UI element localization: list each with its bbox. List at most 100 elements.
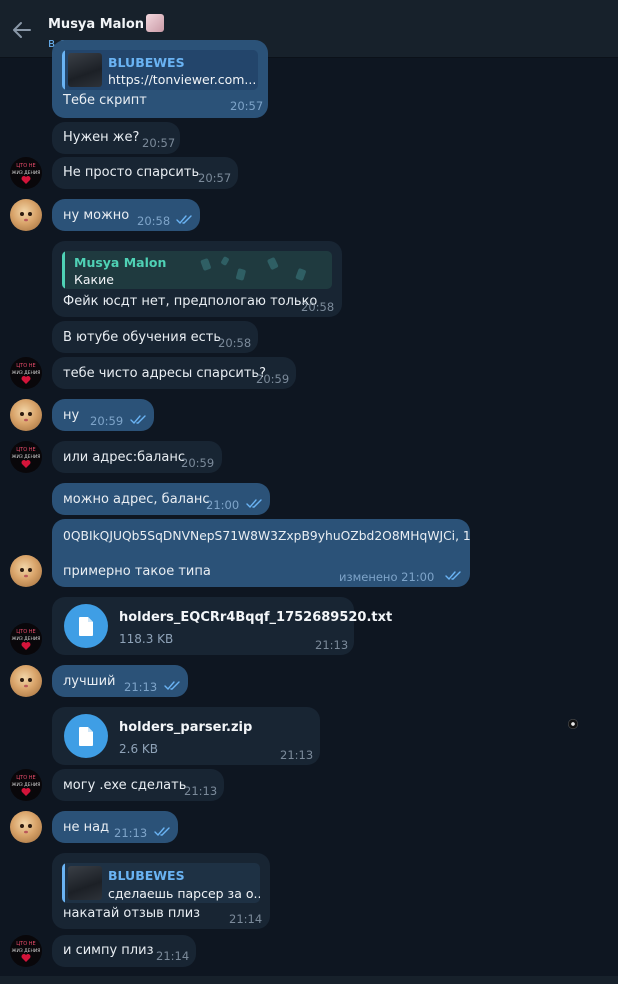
message-time: 20:57: [230, 99, 264, 113]
message-bubble[interactable]: ну можно 20:58: [52, 199, 200, 231]
message-text: ну можно: [63, 208, 130, 223]
message-text: ну: [63, 408, 80, 423]
quote-text: Какие: [74, 272, 114, 287]
message-text: лучший: [63, 674, 116, 689]
message-time: 21:14: [229, 912, 263, 926]
message-bubble[interactable]: BLUBEWES https://tonviewer.com... Тебе с…: [52, 40, 268, 118]
message-time: 20:59: [90, 414, 124, 428]
message-bubble[interactable]: лучший 21:13: [52, 665, 188, 697]
document-icon: [79, 727, 93, 746]
file-name[interactable]: holders_parser.zip: [119, 719, 252, 736]
quote-text: https://tonviewer.com...: [108, 72, 257, 87]
quote-author: BLUBEWES: [108, 868, 185, 883]
arrow-left-icon[interactable]: [10, 18, 34, 42]
avatar-caption-bottom: ЖИЗ ДЕНИЯ: [12, 170, 41, 176]
reply-quote[interactable]: BLUBEWES https://tonviewer.com...: [62, 50, 258, 90]
message-bubble[interactable]: Нужен же? 20:57: [52, 122, 180, 154]
avatar-image: ЦТО НЕ ЖИЗ ДЕНИЯ: [12, 941, 41, 962]
quote-pattern: [200, 256, 306, 281]
own-avatar[interactable]: [10, 665, 42, 697]
file-size: 118.3 KB: [119, 632, 174, 646]
own-avatar[interactable]: [10, 811, 42, 843]
file-icon[interactable]: [64, 714, 108, 758]
message-bubble[interactable]: не над 21:13: [52, 811, 178, 843]
double-check-icon: [164, 681, 180, 691]
message-time: 21:00: [206, 498, 240, 512]
message-time: 20:57: [198, 171, 232, 185]
peer-avatar[interactable]: ЦТО НЕ ЖИЗ ДЕНИЯ: [10, 157, 42, 189]
avatar-image: ЦТО НЕ ЖИЗ ДЕНИЯ: [12, 447, 41, 468]
message-time: 21:13: [114, 826, 148, 840]
avatar-caption-top: ЦТО НЕ: [16, 941, 35, 947]
message-time: 21:13: [124, 680, 158, 694]
file-message[interactable]: holders_parser.zip 2.6 KB 21:13: [52, 707, 320, 765]
message-bubble[interactable]: могу .exe сделать 21:13: [52, 769, 224, 801]
message-text: Фейк юсдт нет, предпологаю только: [63, 294, 318, 309]
file-size: 2.6 KB: [119, 742, 158, 756]
message-bubble[interactable]: или адрес:баланс 20:59: [52, 441, 222, 473]
message-bubble[interactable]: BLUBEWES сделаешь парсер за о... накатай…: [52, 853, 270, 929]
message-time: 20:58: [137, 214, 171, 228]
peer-avatar[interactable]: ЦТО НЕ ЖИЗ ДЕНИЯ: [10, 769, 42, 801]
reply-quote[interactable]: BLUBEWES сделаешь парсер за о...: [62, 863, 260, 903]
bottom-bar: [0, 976, 618, 984]
message-text-line1: 0QBIkQJUQb5SqDNVNepS71W8W3ZxpB9yhuOZbd2O…: [63, 529, 471, 543]
avatar-image: ЦТО НЕ ЖИЗ ДЕНИЯ: [12, 163, 41, 184]
message-text: Тебе скрипт: [63, 93, 147, 108]
document-icon: [79, 617, 93, 636]
quote-author: BLUBEWES: [108, 55, 185, 70]
message-time: 21:13: [184, 784, 218, 798]
message-bubble[interactable]: Musya Malon Какие Фейк юсдт нет, предпол…: [52, 241, 342, 317]
message-bubble[interactable]: 0QBIkQJUQb5SqDNVNepS71W8W3ZxpB9yhuOZbd2O…: [52, 519, 471, 587]
cat-avatar-image: [20, 212, 32, 222]
cat-avatar-image: [20, 412, 32, 422]
avatar-caption-bottom: ЖИЗ ДЕНИЯ: [12, 454, 41, 460]
message-time: 21:14: [156, 949, 190, 963]
message-bubble[interactable]: В ютубе обучения есть 20:58: [52, 321, 258, 353]
double-check-icon: [246, 499, 262, 509]
message-bubble[interactable]: Не просто спарсить 20:57: [52, 157, 238, 189]
double-check-icon: [130, 415, 146, 425]
peer-avatar[interactable]: ЦТО НЕ ЖИЗ ДЕНИЯ: [10, 623, 42, 655]
message-bubble[interactable]: ну 20:59: [52, 399, 154, 431]
reply-quote[interactable]: Musya Malon Какие: [62, 251, 332, 289]
message-text: могу .exe сделать: [63, 778, 187, 793]
file-name[interactable]: holders_EQCRr4Bqqf_1752689520.txt: [119, 609, 392, 626]
message-time: 20:59: [256, 372, 290, 386]
message-bubble[interactable]: и симпу плиз 21:14: [52, 935, 196, 967]
message-text-line2: примерно такое типа: [63, 564, 211, 579]
quote-thumbnail: [68, 53, 102, 87]
avatar-caption-top: ЦТО НЕ: [16, 775, 35, 781]
message-text: накатай отзыв плиз: [63, 906, 201, 921]
peer-avatar[interactable]: ЦТО НЕ ЖИЗ ДЕНИЯ: [10, 935, 42, 967]
message-bubble[interactable]: тебе чисто адресы спарсить? 20:59: [52, 357, 296, 389]
message-text: или адрес:баланс: [63, 450, 185, 465]
avatar-caption-top: ЦТО НЕ: [16, 163, 35, 169]
quote-author: Musya Malon: [74, 255, 167, 270]
own-avatar[interactable]: [10, 399, 42, 431]
avatar-caption-top: ЦТО НЕ: [16, 447, 35, 453]
cat-avatar-image: [20, 678, 32, 688]
file-message[interactable]: holders_EQCRr4Bqqf_1752689520.txt 118.3 …: [52, 597, 392, 655]
avatar-caption-top: ЦТО НЕ: [16, 363, 35, 369]
double-check-icon: [154, 827, 170, 837]
message-text: тебе чисто адресы спарсить?: [63, 366, 266, 381]
avatar-caption-bottom: ЖИЗ ДЕНИЯ: [12, 948, 41, 954]
avatar-image: ЦТО НЕ ЖИЗ ДЕНИЯ: [12, 363, 41, 384]
quote-thumbnail: [68, 866, 102, 900]
avatar-caption-top: ЦТО НЕ: [16, 629, 35, 635]
file-icon[interactable]: [64, 604, 108, 648]
avatar-caption-bottom: ЖИЗ ДЕНИЯ: [12, 370, 41, 376]
own-avatar[interactable]: [10, 555, 42, 587]
contact-name-text[interactable]: Musya Malon: [48, 17, 144, 32]
message-bubble[interactable]: можно адрес, баланс 21:00: [52, 483, 270, 515]
peer-avatar[interactable]: ЦТО НЕ ЖИЗ ДЕНИЯ: [10, 441, 42, 473]
own-avatar[interactable]: [10, 199, 42, 231]
message-text: Нужен же?: [63, 130, 140, 145]
peer-avatar[interactable]: ЦТО НЕ ЖИЗ ДЕНИЯ: [10, 357, 42, 389]
message-time: 20:58: [301, 300, 335, 314]
message-text: не над: [63, 820, 110, 835]
message-text: и симпу плиз: [63, 943, 154, 958]
avatar-image: ЦТО НЕ ЖИЗ ДЕНИЯ: [12, 629, 40, 650]
contact-name[interactable]: Musya Malon: [48, 14, 165, 32]
